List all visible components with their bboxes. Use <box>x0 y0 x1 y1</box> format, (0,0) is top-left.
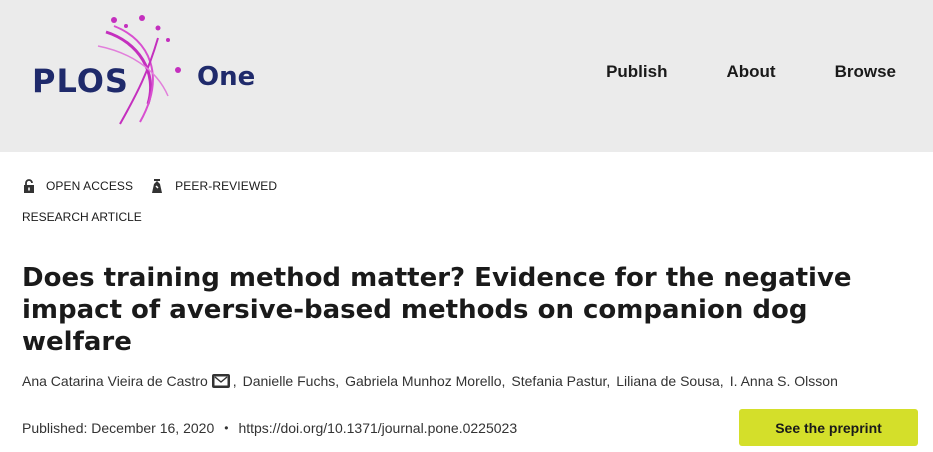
see-preprint-button[interactable]: See the preprint <box>739 409 918 446</box>
open-access-label: OPEN ACCESS <box>46 179 134 193</box>
peer-review-icon <box>152 179 163 193</box>
published-date: Published: December 16, 2020 <box>22 420 215 436</box>
nav-about[interactable]: About <box>726 62 775 82</box>
nav-browse[interactable]: Browse <box>835 62 896 82</box>
logo-brand-text: PLOS <box>32 62 129 100</box>
article-title: Does training method matter? Evidence fo… <box>22 263 852 357</box>
author-link[interactable]: Ana Catarina Vieira de Castro <box>22 373 208 389</box>
nav-publish[interactable]: Publish <box>606 62 667 82</box>
doi-link[interactable]: https://doi.org/10.1371/journal.pone.022… <box>238 420 517 436</box>
main-nav: Publish About Browse <box>547 62 896 82</box>
author-separator: , <box>232 373 237 389</box>
mail-icon[interactable] <box>211 374 230 388</box>
author-link[interactable]: Liliana de Sousa, <box>616 373 723 389</box>
author-list: Ana Catarina Vieira de Castro , Danielle… <box>22 373 844 389</box>
article-type: RESEARCH ARTICLE <box>22 210 142 224</box>
plos-one-logo[interactable]: PLOS One <box>28 12 268 132</box>
peer-reviewed-badge[interactable]: PEER-REVIEWED <box>149 178 277 194</box>
logo-journal-text: One <box>197 62 256 92</box>
separator-dot: • <box>224 421 229 435</box>
article-badges: OPEN ACCESS PEER-REVIEWED <box>22 178 293 194</box>
author-link[interactable]: Gabriela Munhoz Morello, <box>345 373 505 389</box>
publication-info: Published: December 16, 2020 • https://d… <box>22 420 517 436</box>
lock-open-icon <box>24 179 34 193</box>
peer-reviewed-label: PEER-REVIEWED <box>175 179 278 193</box>
open-access-badge[interactable]: OPEN ACCESS <box>22 179 133 193</box>
site-header: PLOS One Publish About Browse <box>0 0 933 152</box>
author-link[interactable]: I. Anna S. Olsson <box>730 373 838 389</box>
author-link[interactable]: Stefania Pastur, <box>511 373 610 389</box>
author-link[interactable]: Danielle Fuchs, <box>243 373 340 389</box>
